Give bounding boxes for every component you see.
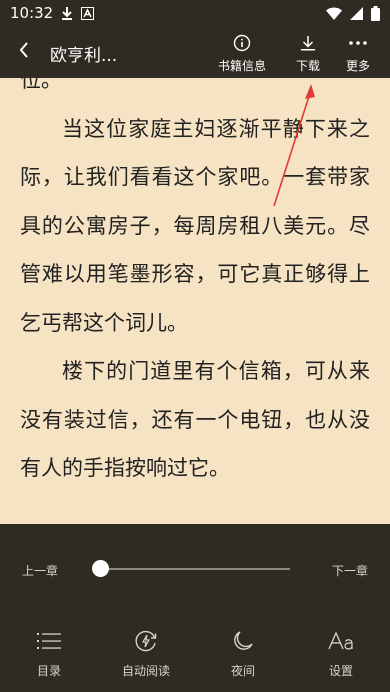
nav-night-mode-label: 夜间 (230, 664, 255, 678)
reader-content[interactable]: 位。 当这位家庭主妇逐渐平静下来之际，让我们看看这个家吧。一套带家具的公寓房子，… (0, 78, 390, 524)
nav-auto-read-label: 自动阅读 (121, 664, 170, 678)
chevron-left-icon (18, 41, 30, 63)
download-button[interactable]: 下载 (296, 32, 320, 74)
chapter-text: 位。 当这位家庭主妇逐渐平静下来之际，让我们看看这个家吧。一套带家具的公寓房子，… (20, 78, 370, 493)
nav-settings[interactable]: 设置 (301, 628, 381, 679)
download-label: 下载 (296, 59, 321, 73)
wifi-icon (326, 7, 342, 20)
reader-bottom-panel: 上一章 下一章 目录 自动阅读 夜间 设置 (0, 524, 390, 692)
previous-chapter-button[interactable]: 上一章 (22, 562, 58, 579)
paragraph: 位。 (20, 78, 62, 92)
more-button[interactable]: 更多 (346, 32, 370, 74)
signal-icon (350, 6, 363, 20)
nav-auto-read[interactable]: 自动阅读 (106, 628, 186, 679)
download-icon (61, 6, 73, 20)
bottom-nav: 目录 自动阅读 夜间 设置 (0, 628, 390, 688)
more-label: 更多 (346, 59, 371, 73)
paragraph: 楼下的门道里有个信箱，可从来没有装过信，还有一个电钮，也从没有人的手指按响过它。 (20, 359, 370, 480)
info-icon (233, 32, 251, 54)
more-dots-icon (348, 32, 368, 54)
paragraph: 当这位家庭主妇逐渐平静下来之际，让我们看看这个家吧。一套带家具的公寓房子，每周房… (20, 116, 370, 335)
a-icon (81, 6, 95, 20)
nav-settings-label: 设置 (328, 664, 353, 678)
list-icon (37, 628, 61, 654)
download-icon (299, 32, 317, 54)
nav-night-mode[interactable]: 夜间 (203, 628, 283, 679)
battery-icon (371, 5, 380, 21)
book-title: 欧亨利... (50, 46, 118, 66)
book-info-label: 书籍信息 (218, 59, 267, 73)
status-time: 10:32 (10, 4, 54, 22)
chapter-progress-slider[interactable] (100, 568, 290, 570)
reader-top-toolbar: 欧亨利... 书籍信息 下载 更多 (0, 26, 390, 78)
moon-icon (232, 628, 254, 654)
next-chapter-button[interactable]: 下一章 (332, 562, 368, 579)
nav-contents-label: 目录 (36, 664, 61, 678)
auto-read-icon (134, 628, 158, 654)
nav-contents[interactable]: 目录 (9, 628, 89, 679)
status-bar: 10:32 (0, 0, 390, 26)
slider-thumb[interactable] (91, 560, 109, 577)
book-info-button[interactable]: 书籍信息 (218, 32, 266, 74)
font-settings-icon (328, 628, 354, 654)
back-button[interactable] (10, 38, 38, 66)
chapter-navigation: 上一章 下一章 (0, 554, 390, 584)
